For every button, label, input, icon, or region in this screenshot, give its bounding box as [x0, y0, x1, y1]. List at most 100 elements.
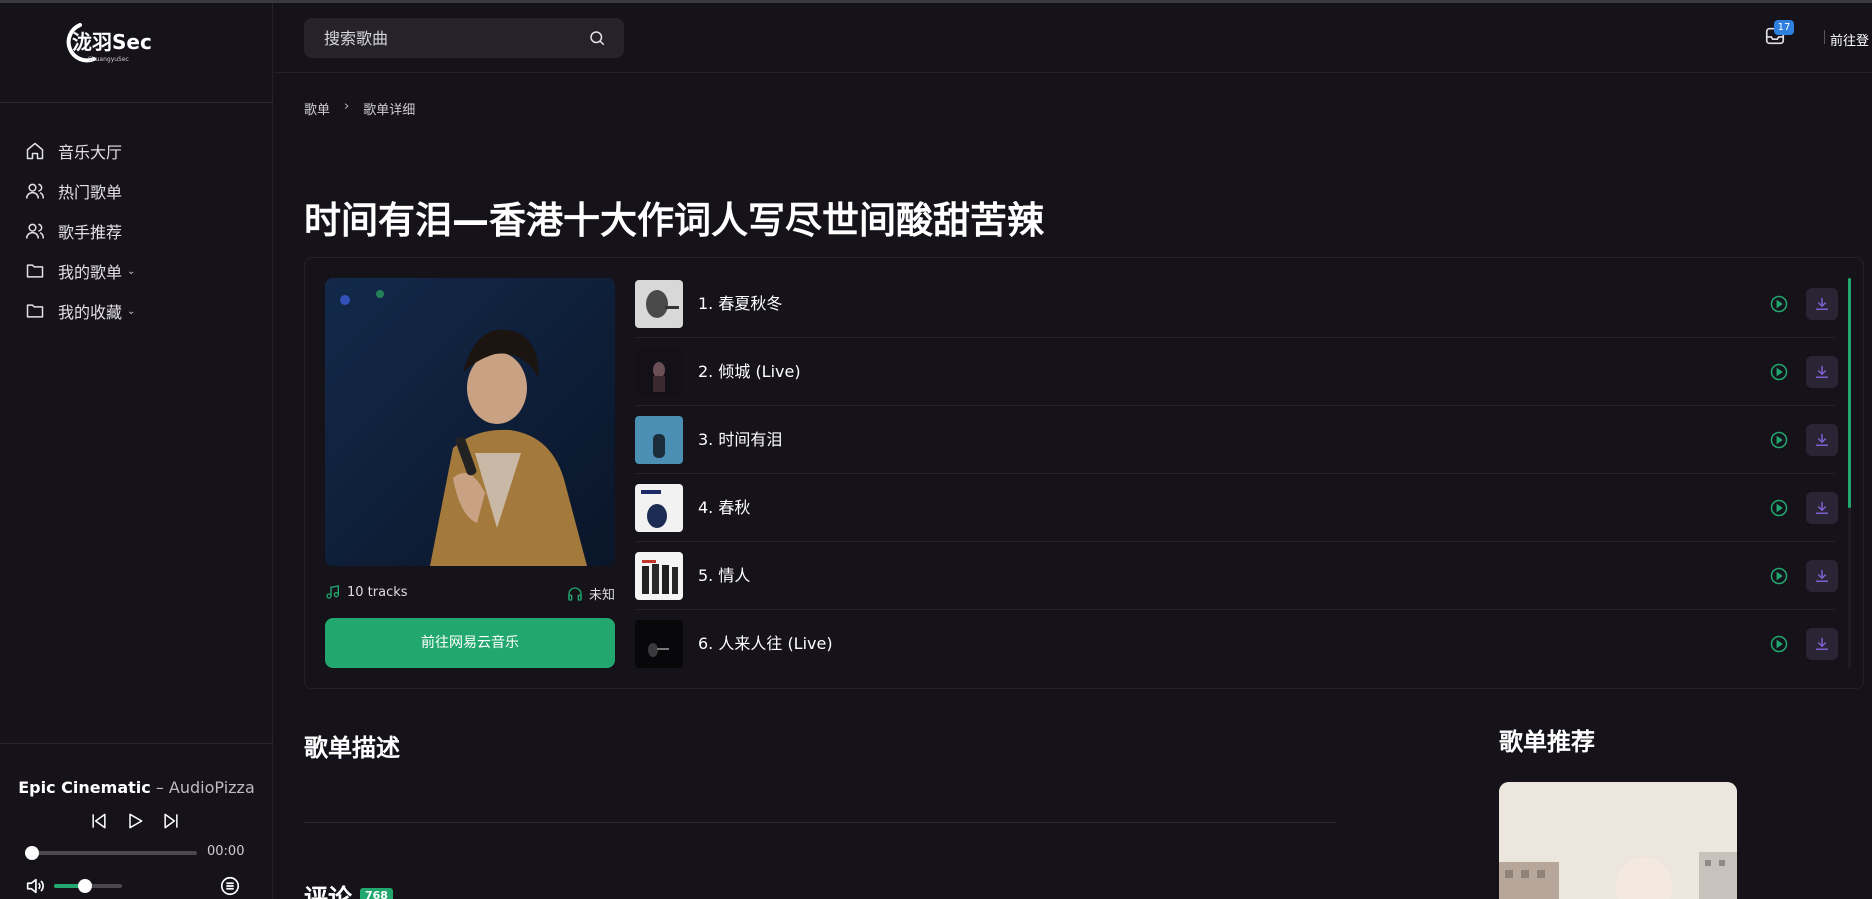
- header-divider: [1824, 30, 1825, 44]
- track-row[interactable]: 1. 春夏秋冬: [635, 270, 1838, 338]
- track-name: 3. 时间有泪: [698, 430, 783, 449]
- music-note-icon: [326, 585, 339, 599]
- track-thumbnail: [635, 484, 683, 532]
- download-button[interactable]: [1806, 356, 1838, 388]
- volume-icon[interactable]: [24, 875, 46, 897]
- sidebar-item-label: 热门歌单: [58, 183, 123, 202]
- download-icon: [1816, 570, 1828, 582]
- play-track-icon[interactable]: [1769, 566, 1789, 586]
- progress-slider[interactable]: [25, 846, 197, 860]
- users-icon: [24, 220, 46, 242]
- playlist-card: 10 tracks 未知 前往网易云音乐 1. 春夏秋冬 2. 倾城 (Live…: [304, 257, 1864, 689]
- playlist-cover: [325, 278, 615, 566]
- download-icon: [1816, 298, 1828, 310]
- download-icon: [1816, 366, 1828, 378]
- tracks-count-label: 10 tracks: [347, 584, 408, 600]
- track-row[interactable]: 4. 春秋: [635, 474, 1838, 542]
- folder-icon: [24, 300, 46, 322]
- breadcrumb-separator: ›: [344, 99, 350, 114]
- notification-badge: 17: [1774, 20, 1794, 35]
- download-icon: [1816, 638, 1828, 650]
- download-icon: [1816, 434, 1828, 446]
- login-link[interactable]: 前往登: [1830, 30, 1869, 49]
- page-title: 时间有泪—香港十大作词人写尽世间酸甜苦辣: [304, 199, 1044, 242]
- track-name: 2. 倾城 (Live): [698, 362, 801, 381]
- previous-button[interactable]: [88, 810, 110, 832]
- folder-icon: [24, 260, 46, 282]
- download-button[interactable]: [1806, 628, 1838, 660]
- logo-mark: 泷羽Sec ShuangyuSec: [66, 23, 152, 63]
- sidebar-divider: [0, 102, 273, 103]
- scrollbar-thumb[interactable]: [1848, 278, 1851, 508]
- download-button[interactable]: [1806, 560, 1838, 592]
- track-name: 5. 情人: [698, 566, 751, 585]
- player-controls: [88, 810, 182, 832]
- download-button[interactable]: [1806, 288, 1838, 320]
- playlist-queue-icon[interactable]: [219, 875, 241, 897]
- recommended-playlist-card[interactable]: [1499, 782, 1737, 899]
- volume-slider[interactable]: [54, 879, 122, 893]
- current-time: 00:00: [207, 844, 245, 859]
- recommend-heading: 歌单推荐: [1499, 728, 1595, 756]
- play-button[interactable]: [124, 810, 146, 832]
- track-name: 1. 春夏秋冬: [698, 294, 783, 313]
- track-row[interactable]: 3. 时间有泪: [635, 406, 1838, 474]
- track-thumbnail: [635, 620, 683, 668]
- play-track-icon[interactable]: [1769, 294, 1789, 314]
- download-icon: [1816, 502, 1828, 514]
- now-playing-song: Epic Cinematic: [18, 778, 151, 797]
- track-list-scrollbar[interactable]: [1848, 278, 1851, 668]
- track-row[interactable]: 6. 人来人往 (Live): [635, 610, 1838, 678]
- track-name: 4. 春秋: [698, 498, 751, 517]
- search-icon[interactable]: [588, 29, 606, 47]
- chevron-down-icon: ⌄: [127, 305, 136, 317]
- sidebar: 泷羽Sec ShuangyuSec 音乐大厅 热门歌单 歌手推荐 我的歌单 ⌄ …: [0, 3, 273, 899]
- progress-knob[interactable]: [25, 846, 39, 860]
- sidebar-item-my-playlists[interactable]: 我的歌单 ⌄: [24, 251, 135, 291]
- breadcrumb-item-detail: 歌单详细: [363, 103, 416, 118]
- volume-knob[interactable]: [78, 879, 93, 893]
- sidebar-item-label: 音乐大厅: [58, 143, 123, 162]
- play-count: 未知: [567, 584, 615, 603]
- track-thumbnail: [635, 416, 683, 464]
- chevron-down-icon: ⌄: [127, 265, 136, 277]
- home-icon: [24, 140, 46, 162]
- play-track-icon[interactable]: [1769, 430, 1789, 450]
- svg-text:ShuangyuSec: ShuangyuSec: [88, 56, 129, 63]
- skip-back-icon: [92, 813, 106, 829]
- download-button[interactable]: [1806, 424, 1838, 456]
- playlist-stats: 10 tracks 未知: [325, 584, 615, 604]
- track-row[interactable]: 2. 倾城 (Live): [635, 338, 1838, 406]
- users-icon: [24, 180, 46, 202]
- play-track-icon[interactable]: [1769, 362, 1789, 382]
- comments-heading-label: 评论: [304, 884, 352, 899]
- sidebar-item-singers[interactable]: 歌手推荐: [24, 211, 135, 251]
- search-input[interactable]: [304, 18, 584, 58]
- track-name: 6. 人来人往 (Live): [698, 634, 833, 653]
- sidebar-item-my-favorites[interactable]: 我的收藏 ⌄: [24, 291, 135, 331]
- sidebar-item-hot-playlists[interactable]: 热门歌单: [24, 171, 135, 211]
- breadcrumb-item-playlists[interactable]: 歌单: [304, 99, 330, 118]
- sidebar-item-label: 我的歌单: [58, 263, 123, 282]
- comments-count-badge: 768: [360, 888, 393, 899]
- play-count-label: 未知: [588, 588, 615, 603]
- svg-text:泷羽Sec: 泷羽Sec: [72, 30, 152, 54]
- play-track-icon[interactable]: [1769, 634, 1789, 654]
- next-button[interactable]: [160, 810, 182, 832]
- cover-image: [325, 278, 615, 566]
- track-thumbnail: [635, 280, 683, 328]
- play-track-icon[interactable]: [1769, 498, 1789, 518]
- tracks-count: 10 tracks: [325, 584, 408, 600]
- top-header: 17 前往登: [274, 3, 1872, 73]
- download-button[interactable]: [1806, 492, 1838, 524]
- breadcrumb: 歌单 › 歌单详细: [304, 99, 415, 118]
- open-netease-button[interactable]: 前往网易云音乐: [325, 618, 615, 668]
- recommended-cover-image: [1499, 782, 1737, 899]
- mini-player: Epic Cinematic – AudioPizza 00:00: [0, 743, 273, 899]
- sidebar-item-label: 我的收藏: [58, 303, 123, 322]
- track-list: 1. 春夏秋冬 2. 倾城 (Live) 3. 时间有泪 4. 春秋 5. 情人…: [635, 270, 1838, 678]
- sidebar-item-music-hall[interactable]: 音乐大厅: [24, 131, 135, 171]
- track-thumbnail: [635, 348, 683, 396]
- track-row[interactable]: 5. 情人: [635, 542, 1838, 610]
- logo[interactable]: 泷羽Sec ShuangyuSec: [58, 17, 178, 67]
